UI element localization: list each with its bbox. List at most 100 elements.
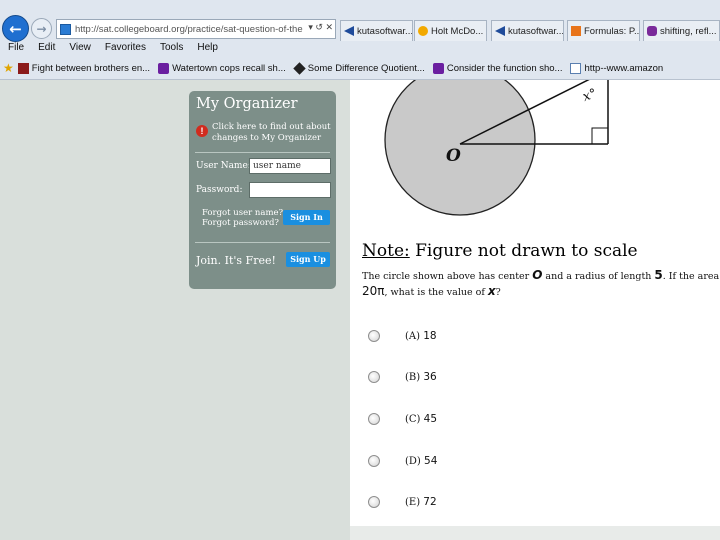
formulas-tab-icon [571,26,581,36]
choice-text: (E) 72 [405,496,437,508]
choice-value: 54 [424,455,438,467]
choice-letter: (E) [405,497,421,508]
choice-text: (A) 18 [405,330,437,342]
alert-icon: ! [196,125,208,137]
close-tab-icon[interactable]: × [486,26,487,36]
x-variable: x [487,284,496,298]
menu-help[interactable]: Help [197,42,218,56]
choice-value: 18 [423,330,437,342]
choice-text: (C) 45 [405,413,437,425]
choice-text: (B) 36 [405,371,437,383]
menu-file[interactable]: File [8,42,24,56]
radius-value: 5 [654,268,663,282]
join-free-text: Join. It's Free! [196,254,276,267]
yahoo-icon [432,62,444,74]
favorite-label: Watertown cops recall sh... [172,62,286,74]
radio-button[interactable] [368,371,380,383]
address-controls[interactable]: ▾ ↺ ✕ [305,22,333,33]
holt-tab-icon [418,26,428,36]
answer-choice-a[interactable]: (A) 18 [368,327,437,345]
question-text-part: The circle shown above has center [362,271,533,282]
sign-in-button[interactable]: Sign In [283,210,330,225]
menu-tools[interactable]: Tools [160,42,183,56]
angle-label: x° [581,86,599,105]
answer-choice-d[interactable]: (D) 54 [368,452,437,470]
choice-letter: (A) [405,331,421,342]
browser-tab-4[interactable]: Formulas: P... [567,20,640,41]
browser-tab-2[interactable]: Holt McDo... × [414,20,487,41]
center-label: O [446,146,461,166]
menu-bar: File Edit View Favorites Tools Help [0,42,224,56]
favorite-label: http--www.amazon [584,62,664,74]
note-text: Figure not drawn to scale [409,241,638,261]
back-arrow-icon[interactable]: ← [2,15,29,42]
radio-button[interactable] [368,413,380,425]
browser-tab-3[interactable]: kutasoftwar... [491,20,564,41]
choice-value: 45 [423,413,438,425]
username-label: User Name: [196,161,251,171]
browser-chrome: ← → http://sat.collegeboard.org/practice… [0,0,720,80]
password-label: Password: [196,185,243,195]
browser-tab-1[interactable]: kutasoftwar... [340,20,413,41]
choice-value: 72 [423,496,437,508]
question-text: The circle shown above has center O and … [362,268,720,300]
favorite-link-4[interactable]: Consider the function sho... [432,62,563,74]
circle-figure: O x° [384,80,609,216]
address-url[interactable]: http://sat.collegeboard.org/practice/sat… [75,24,303,35]
password-field[interactable] [249,182,331,198]
forgot-password-link[interactable]: Forgot password? [202,218,283,228]
menu-favorites[interactable]: Favorites [105,42,146,56]
site-favicon-icon [60,23,71,35]
kuta-tab-icon [495,26,505,36]
address-bar[interactable]: http://sat.collegeboard.org/practice/sat… [56,19,336,39]
figure-note: Note: Figure not drawn to scale [362,241,638,261]
kuta-tab-icon [344,26,354,36]
answer-choice-b[interactable]: (B) 36 [368,368,437,386]
answer-choice-c[interactable]: (C) 45 [368,410,437,428]
organizer-title: My Organizer [196,96,298,112]
favorites-bar: ★ Fight between brothers en... Watertown… [0,60,720,76]
diamond-icon [293,61,306,75]
yahoo-icon [158,62,170,74]
forward-arrow-icon[interactable]: → [31,18,52,39]
navigation-row: ← → http://sat.collegeboard.org/practice… [0,12,720,46]
choice-letter: (C) [405,414,421,425]
note-prefix: Note: [362,241,410,261]
tab-label: Formulas: P... [584,25,640,37]
page-icon [570,62,582,74]
browser-tab-5[interactable]: shifting, refl... × [643,20,720,41]
choice-value: 36 [423,371,437,383]
my-organizer-panel: My Organizer ! Click here to find out ab… [189,91,336,289]
tab-label: kutasoftwar... [357,25,413,37]
divider [195,242,330,243]
radio-button[interactable] [368,330,380,342]
center-variable: O [532,268,543,282]
question-line-2: 20π, what is the value of x? [362,284,720,300]
favorite-link-3[interactable]: Some Difference Quotient... [293,61,425,75]
question-line-1: The circle shown above has center O and … [362,268,720,284]
forgot-links: Forgot user name? Forgot password? [202,208,283,228]
choice-letter: (B) [405,372,421,383]
tab-label: shifting, refl... [660,25,717,37]
favorite-label: Consider the function sho... [446,62,563,74]
radio-button[interactable] [368,496,380,508]
favorite-link-2[interactable]: Watertown cops recall sh... [158,62,286,74]
tab-label: kutasoftwar... [508,25,564,37]
divider [195,152,330,153]
menu-edit[interactable]: Edit [38,42,55,56]
question-text-part: ? [495,287,501,298]
favorite-link-1[interactable]: Fight between brothers en... [17,62,151,74]
username-field[interactable]: user name [249,158,331,174]
sign-up-button[interactable]: Sign Up [286,252,330,267]
organizer-changes-link[interactable]: Click here to find out about changes to … [212,122,332,143]
answer-choice-e[interactable]: (E) 72 [368,493,437,511]
right-angle-marker [591,127,608,144]
favorites-star-icon[interactable]: ★ [3,61,14,75]
bottom-strip [350,526,720,540]
menu-view[interactable]: View [69,42,91,56]
favorite-link-5[interactable]: http--www.amazon [570,62,664,74]
radio-button[interactable] [368,455,380,467]
forgot-username-link[interactable]: Forgot user name? [202,208,283,218]
favorite-label: Fight between brothers en... [31,62,151,74]
yahoo-tab-icon [647,26,657,36]
